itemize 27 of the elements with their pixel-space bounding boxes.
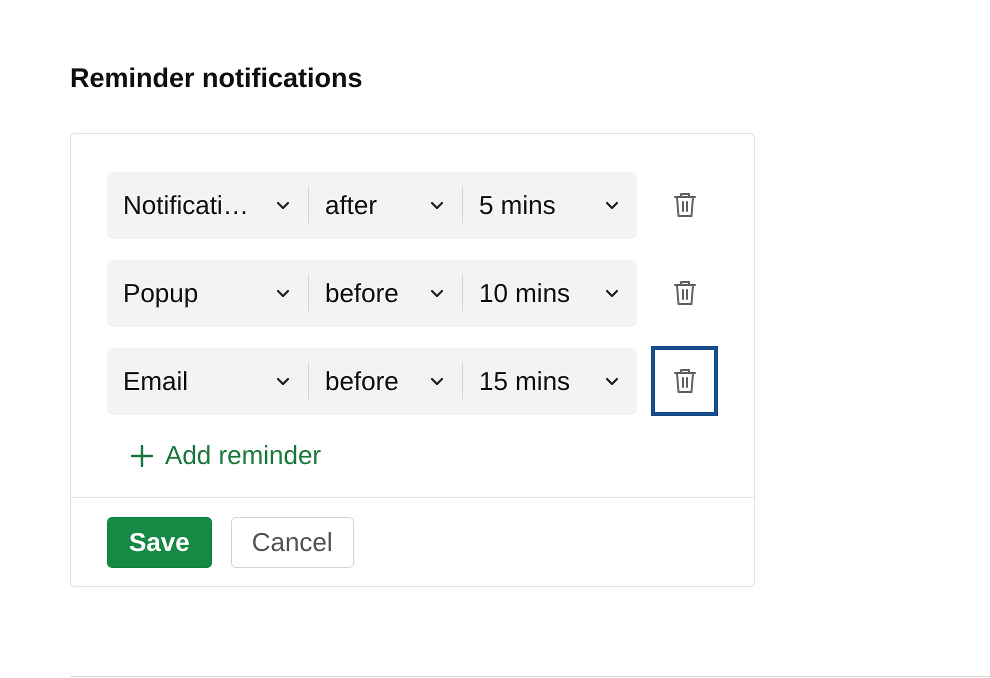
chevron-down-icon: [605, 200, 619, 210]
section-title: Reminder notifications: [70, 62, 364, 95]
trash-icon: [672, 367, 696, 395]
dropdown[interactable]: 10 mins: [463, 260, 637, 326]
dropdown[interactable]: after: [309, 172, 462, 238]
cancel-button[interactable]: Cancel: [230, 517, 354, 568]
add-reminder-link[interactable]: Add reminder: [107, 434, 322, 477]
chevron-down-icon: [276, 200, 290, 210]
dropdown[interactable]: 15 mins: [463, 348, 637, 414]
dropdown[interactable]: 5 mins: [463, 172, 637, 238]
save-button[interactable]: Save: [107, 517, 212, 568]
chevron-down-icon: [276, 376, 290, 386]
dropdown[interactable]: before: [309, 348, 462, 414]
trash-icon: [672, 191, 696, 219]
plus-icon: [131, 444, 153, 466]
dropdown[interactable]: Email: [107, 348, 308, 414]
chevron-down-icon: [430, 200, 444, 210]
dropdown[interactable]: before: [309, 260, 462, 326]
dropdown[interactable]: Notificati…: [107, 172, 308, 238]
chevron-down-icon: [276, 288, 290, 298]
chevron-down-icon: [605, 376, 619, 386]
trash-icon: [672, 279, 696, 307]
delete-button[interactable]: [651, 346, 718, 416]
chevron-down-icon: [605, 288, 619, 298]
chevron-down-icon: [430, 376, 444, 386]
chevron-down-icon: [430, 288, 444, 298]
dropdown[interactable]: Popup: [107, 260, 308, 326]
